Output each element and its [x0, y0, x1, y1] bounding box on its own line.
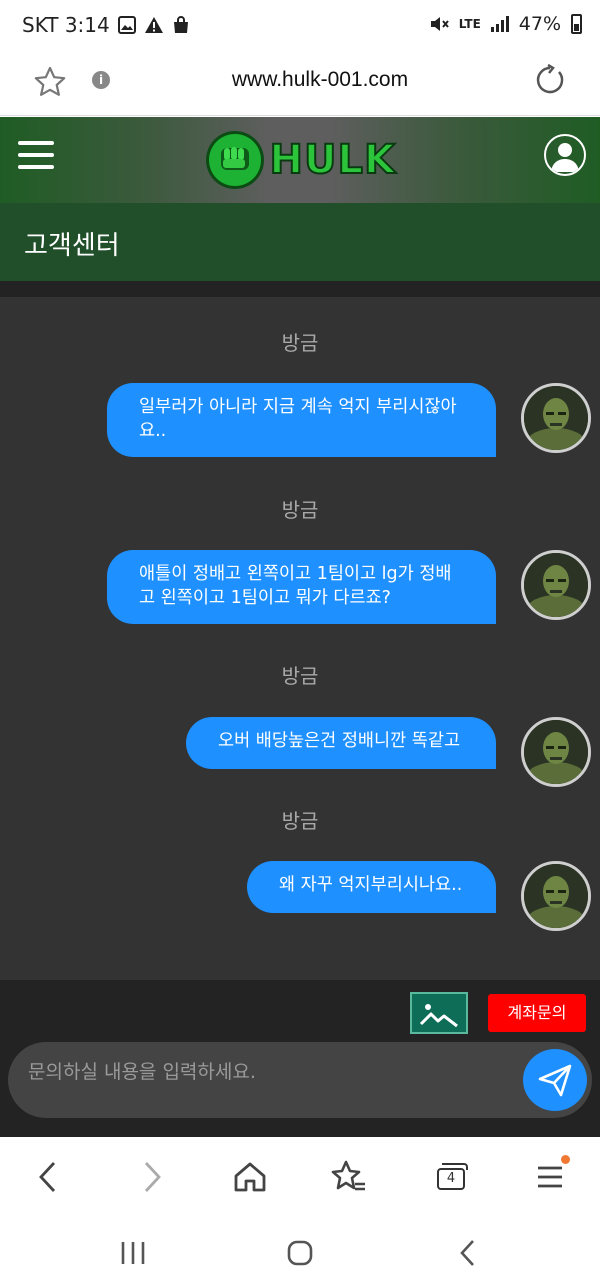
browser-menu-button[interactable] [528, 1155, 572, 1199]
forward-button[interactable] [130, 1155, 174, 1199]
send-icon [538, 1064, 572, 1097]
avatar [521, 717, 591, 787]
home-button[interactable] [228, 1155, 272, 1199]
system-navigation-bar [0, 1217, 600, 1287]
bookmarks-icon [331, 1160, 365, 1191]
notification-dot [561, 1155, 570, 1164]
back-icon [39, 1162, 56, 1192]
hulk-logo[interactable]: HULK [206, 131, 396, 189]
tabs-icon: 4 [437, 1163, 468, 1190]
recent-apps-button[interactable] [113, 1233, 153, 1273]
site-header: HULK [0, 117, 600, 203]
message-time: 방금 [281, 498, 319, 522]
message-time: 방금 [281, 809, 319, 833]
back-nav-icon [460, 1240, 474, 1266]
shopping-bag-icon [173, 16, 188, 33]
home-icon [234, 1162, 266, 1192]
image-upload-icon [419, 1004, 458, 1028]
account-inquiry-button[interactable]: 계좌문의 [488, 994, 586, 1032]
message-bubble: 오버 배당높은건 정배니깐 똑같고 [186, 717, 496, 769]
status-bar: SKT 3:14 LTE 47% [0, 0, 600, 52]
battery-percent: 47% [518, 13, 561, 35]
menu-icon[interactable] [18, 141, 54, 169]
back-button[interactable] [26, 1155, 70, 1199]
section-header: 고객센터 [0, 203, 600, 281]
user-icon[interactable] [544, 134, 586, 176]
mute-icon [430, 17, 449, 31]
home-nav-icon [287, 1240, 313, 1266]
address-bar: i www.hulk-001.com [0, 52, 600, 116]
recent-apps-icon [121, 1242, 145, 1264]
message-bubble: 일부러가 아니라 지금 계속 억지 부리시잖아 요.. [107, 383, 496, 457]
message-input-wrap [8, 1042, 592, 1118]
home-nav-button[interactable] [280, 1233, 320, 1273]
back-nav-button[interactable] [448, 1233, 488, 1273]
message-text: 일부러가 아니라 지금 계속 억지 부리시잖아 요.. [139, 397, 457, 441]
message-time: 방금 [281, 664, 319, 688]
logo-text: HULK [269, 136, 396, 184]
image-upload-button[interactable] [410, 992, 468, 1034]
message-text: 오버 배당높은건 정배니깐 똑같고 [218, 731, 461, 751]
reload-icon[interactable] [533, 63, 567, 97]
avatar [521, 550, 591, 620]
bookmarks-button[interactable] [326, 1155, 370, 1199]
message-text: 애틀이 정배고 왼쪽이고 1팀이고 lg가 정배 고 왼쪽이고 1팀이고 뭐가 … [139, 564, 452, 608]
battery-icon [571, 14, 582, 34]
carrier-time: SKT 3:14 [22, 13, 110, 37]
menu-icon [538, 1166, 562, 1188]
avatar [521, 861, 591, 931]
send-button[interactable] [523, 1049, 587, 1111]
warning-icon [144, 17, 163, 33]
fist-logo-icon [206, 131, 264, 189]
message-bubble: 왜 자꾸 억지부리시나요.. [247, 861, 496, 913]
message-bubble: 애틀이 정배고 왼쪽이고 1팀이고 lg가 정배 고 왼쪽이고 1팀이고 뭐가 … [107, 550, 496, 624]
tabs-button[interactable]: 4 [428, 1155, 472, 1199]
lte-label: LTE [458, 16, 481, 31]
message-input[interactable] [28, 1052, 508, 1092]
message-time: 방금 [281, 331, 319, 355]
image-icon [117, 16, 136, 34]
forward-icon [144, 1162, 161, 1192]
page-title: 고객센터 [24, 231, 120, 261]
url-text[interactable]: www.hulk-001.com [0, 68, 600, 92]
browser-toolbar: 4 [0, 1137, 600, 1217]
signal-icon [490, 16, 509, 32]
avatar [521, 383, 591, 453]
message-text: 왜 자꾸 억지부리시나요.. [279, 875, 463, 895]
